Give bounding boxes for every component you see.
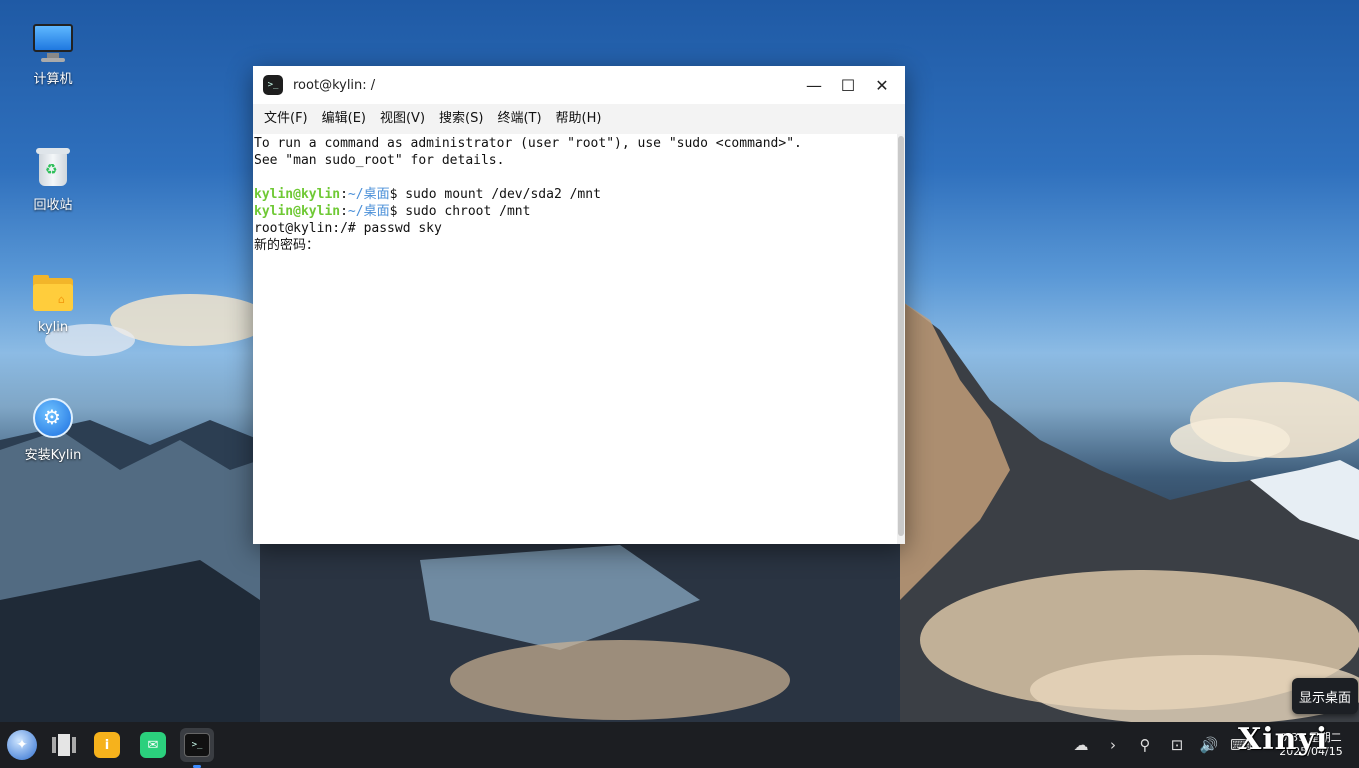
menu-file[interactable]: 文件(F) bbox=[257, 104, 315, 134]
multitask-view-button[interactable] bbox=[46, 728, 80, 762]
installer-icon: ⚙ bbox=[31, 396, 75, 440]
window-title: root@kylin: / bbox=[293, 77, 376, 93]
menu-search[interactable]: 搜索(S) bbox=[432, 104, 490, 134]
menu-terminal[interactable]: 终端(T) bbox=[490, 104, 548, 134]
terminal-icon: >_ bbox=[184, 733, 210, 757]
mail-button[interactable]: ✉ bbox=[140, 732, 166, 758]
command-line: kylin@kylin:~/桌面$ sudo chroot /mnt bbox=[254, 204, 531, 219]
output-line: root@kylin:/# passwd sky bbox=[254, 221, 442, 236]
volume-icon[interactable]: 🔊 bbox=[1193, 722, 1225, 768]
menu-bar: 文件(F) 编辑(E) 视图(V) 搜索(S) 终端(T) 帮助(H) bbox=[253, 104, 905, 134]
watermark: Xinyi bbox=[1238, 722, 1329, 757]
output-line: To run a command as administrator (user … bbox=[254, 136, 802, 151]
show-desktop-tooltip: 显示桌面 bbox=[1292, 678, 1358, 714]
title-bar[interactable]: >_ root@kylin: / — ☐ ✕ bbox=[253, 66, 905, 104]
desktop-icon-label: kylin bbox=[37, 320, 69, 335]
taskbar: ✦ ⅰ ✉ >_ ☁ › ⚲ ⊡ 🔊 ⌨ 0:39 星期二 2025/04/15 bbox=[0, 722, 1359, 768]
app-store-icon: ⅰ bbox=[104, 737, 110, 753]
desktop-icon-trash[interactable]: ♻ 回收站 bbox=[14, 146, 92, 213]
minimize-button[interactable]: — bbox=[797, 70, 831, 100]
start-menu-icon: ✦ bbox=[16, 737, 28, 753]
desktop-icon-label: 计算机 bbox=[33, 72, 73, 87]
trash-icon: ♻ bbox=[31, 146, 75, 190]
menu-help[interactable]: 帮助(H) bbox=[549, 104, 609, 134]
desktop-icon-home-folder[interactable]: ⌂ kylin bbox=[14, 272, 92, 335]
home-folder-icon: ⌂ bbox=[31, 272, 75, 316]
network-icon[interactable]: ⊡ bbox=[1161, 722, 1193, 768]
mail-icon: ✉ bbox=[147, 737, 159, 753]
scrollbar[interactable] bbox=[897, 134, 905, 544]
desktop-icon-label: 回收站 bbox=[33, 198, 73, 213]
menu-view[interactable]: 视图(V) bbox=[373, 104, 432, 134]
terminal-taskbar-button[interactable]: >_ bbox=[180, 728, 214, 768]
password-prompt: 新的密码： bbox=[254, 238, 320, 253]
cloud-icon[interactable]: ☁ bbox=[1065, 722, 1097, 768]
maximize-button[interactable]: ☐ bbox=[831, 70, 865, 100]
desktop-icon-label: 安装Kylin bbox=[24, 448, 82, 463]
desktop-icon-installer[interactable]: ⚙ 安装Kylin bbox=[14, 396, 92, 463]
desktop-icon-computer[interactable]: 计算机 bbox=[14, 20, 92, 87]
close-button[interactable]: ✕ bbox=[865, 70, 899, 100]
start-menu-button[interactable]: ✦ bbox=[7, 730, 37, 760]
command-line: kylin@kylin:~/桌面$ sudo mount /dev/sda2 /… bbox=[254, 187, 601, 202]
computer-icon bbox=[31, 20, 75, 64]
output-line: See "man sudo_root" for details. bbox=[254, 153, 505, 168]
search-icon[interactable]: ⚲ bbox=[1129, 722, 1161, 768]
app-store-button[interactable]: ⅰ bbox=[94, 732, 120, 758]
terminal-window[interactable]: >_ root@kylin: / — ☐ ✕ 文件(F) 编辑(E) 视图(V)… bbox=[253, 66, 905, 544]
output-line-blank bbox=[253, 169, 897, 186]
terminal-output[interactable]: To run a command as administrator (user … bbox=[253, 134, 897, 544]
terminal-icon: >_ bbox=[263, 75, 283, 95]
menu-edit[interactable]: 编辑(E) bbox=[315, 104, 373, 134]
chevron-right-icon[interactable]: › bbox=[1097, 722, 1129, 768]
